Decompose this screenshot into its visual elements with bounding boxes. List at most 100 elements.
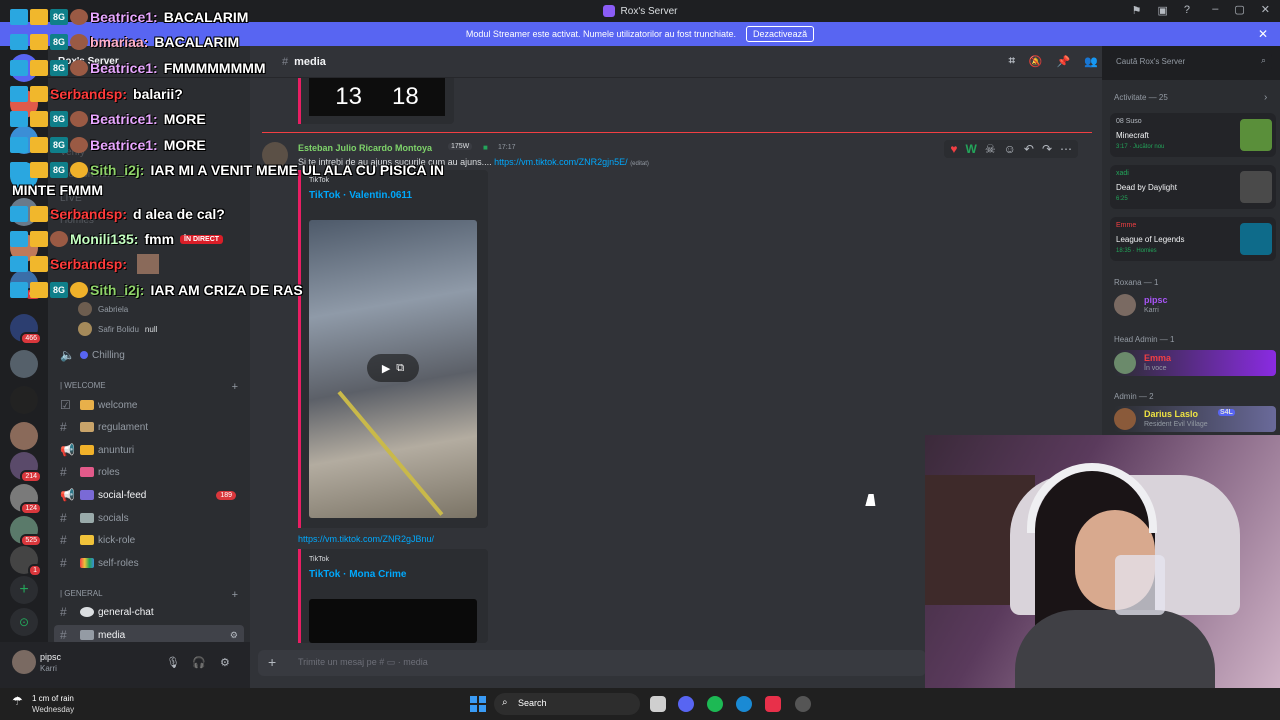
server-icon[interactable] — [10, 422, 38, 450]
add-channel-icon[interactable]: + — [232, 381, 238, 393]
embed-title[interactable]: TikTok · Mona Crime — [309, 569, 406, 580]
chat-user: Beatrice1: — [90, 111, 158, 127]
channel-roles[interactable]: # roles — [54, 462, 244, 482]
message-link[interactable]: https://vm.tiktok.com/ZNR2gJBnu/ — [298, 534, 434, 544]
channel-social-feed[interactable]: 📢 social-feed 189 — [54, 485, 244, 505]
webcam-sweater — [1015, 610, 1215, 688]
add-server-icon[interactable]: + — [10, 576, 38, 604]
avatar — [78, 302, 92, 316]
activity-card[interactable]: Emme League of Legends 18:35 · Homies — [1110, 217, 1276, 261]
crown-icon — [30, 111, 48, 127]
heart-icon[interactable]: ♥ — [950, 142, 957, 156]
live-badge: ÎN DIRECT — [180, 234, 224, 244]
embed-title[interactable]: TikTok · Valentin.0611 — [309, 190, 412, 201]
channel-welcome[interactable]: ☑ welcome — [54, 395, 244, 415]
threads-icon[interactable]: ⌗ — [1009, 55, 1015, 68]
spotify-icon[interactable] — [707, 696, 723, 712]
server-icon — [602, 5, 615, 17]
video-thumbnail[interactable]: 13 18 — [309, 78, 445, 116]
explore-icon[interactable]: ⊙ — [10, 608, 38, 636]
channel-emoji-icon — [80, 445, 94, 455]
server-icon[interactable]: 525 — [10, 516, 42, 547]
chevron-right-icon[interactable]: › — [1264, 92, 1267, 103]
subscriber-badge-icon: 8G — [50, 34, 68, 50]
channel-label: socials — [98, 512, 129, 524]
server-icon[interactable]: 466 — [10, 314, 42, 345]
channel-title: media — [294, 55, 326, 68]
settings-icon[interactable]: ⚙ — [230, 630, 238, 641]
channel-emoji-icon — [80, 490, 94, 500]
disable-streamer-mode-button[interactable]: Dezactivează — [746, 26, 815, 42]
skull-icon[interactable]: ☠ — [985, 142, 996, 156]
taskbar-search[interactable]: ⌕ Search — [494, 693, 640, 715]
attach-icon[interactable]: + — [268, 654, 276, 670]
message-link[interactable]: https://vm.tiktok.com/ZNR2gjn5E/ — [494, 157, 628, 167]
channel-kick-role[interactable]: # kick-role — [54, 530, 244, 550]
new-messages-divider — [262, 132, 1092, 133]
video-thumbnail[interactable] — [309, 599, 477, 643]
member-item[interactable]: Darius Laslo S4L Resident Evil Village — [1114, 406, 1276, 432]
member-item[interactable]: pipsc Karri — [1114, 292, 1276, 318]
server-icon[interactable]: 1 — [10, 546, 42, 577]
message-author[interactable]: Esteban Julio Ricardo Montoya — [298, 143, 432, 153]
edge-icon[interactable] — [736, 696, 752, 712]
member-item[interactable]: Emma În voce — [1114, 350, 1276, 376]
voice-user[interactable]: Gabriela — [78, 302, 128, 316]
voice-channel-chilling[interactable]: 🔈 Chilling — [54, 345, 244, 365]
channel-anunturi[interactable]: 📢 anunturi — [54, 440, 244, 460]
search-input[interactable]: Caută Rox's Server ⌕ — [1110, 53, 1272, 71]
help-icon[interactable]: ? — [1184, 4, 1190, 17]
add-reaction-icon[interactable]: ☺ — [1004, 142, 1016, 156]
add-channel-icon[interactable]: + — [232, 589, 238, 601]
maximize-button[interactable]: ▢ — [1234, 3, 1244, 16]
megaphone-icon: 📢 — [60, 488, 75, 502]
steam-icon[interactable] — [795, 696, 811, 712]
members-icon[interactable]: 👥 — [1084, 55, 1098, 68]
server-icon[interactable] — [10, 350, 38, 378]
activity-card[interactable]: 08 Suso Minecraft 3:17 · Jucător nou — [1110, 113, 1276, 157]
notifications-icon[interactable]: 🔕 — [1029, 55, 1043, 68]
screen-icon[interactable]: ▣ — [1157, 4, 1167, 17]
tiktok-embed: TikTok TikTok · Valentin.0611 ▶ ⧉ — [298, 170, 488, 528]
composer-placeholder: Trimite un mesaj pe # ▭ · media — [298, 657, 428, 667]
reply-icon[interactable]: ↶ — [1024, 142, 1034, 156]
windows-start-icon[interactable] — [470, 696, 486, 712]
server-icon[interactable]: 214 — [10, 452, 42, 483]
channel-regulament[interactable]: # regulament — [54, 417, 244, 437]
headphones-icon[interactable]: 🎧 — [192, 656, 206, 669]
activity-card[interactable]: xadi Dead by Daylight 6:25 — [1110, 165, 1276, 209]
category-general[interactable]: | GENERAL + — [60, 589, 244, 601]
microphone-icon[interactable]: 🎙 — [166, 656, 180, 669]
activity-panel: Activitate — 25 › 08 Suso Minecraft 3:17 … — [1102, 80, 1280, 435]
hash-icon: # — [60, 533, 67, 547]
subscriber-badge-icon: 8G — [50, 137, 68, 153]
channel-general-chat[interactable]: # general-chat — [54, 602, 244, 622]
message-composer[interactable]: + Trimite un mesaj pe # ▭ · media — [258, 650, 926, 676]
chat-user: Serbandsp: — [50, 206, 128, 222]
crown-icon — [30, 256, 48, 272]
avatar[interactable] — [12, 650, 36, 674]
more-icon[interactable]: ⋯ — [1060, 142, 1072, 156]
category-welcome[interactable]: | WELCOME + — [60, 381, 244, 393]
voice-user[interactable]: Safir Bolidu null — [78, 322, 157, 336]
app-icon[interactable] — [765, 696, 781, 712]
channel-socials[interactable]: # socials — [54, 508, 244, 528]
discord-icon[interactable] — [678, 696, 694, 712]
minimize-button[interactable]: – — [1212, 3, 1218, 16]
gear-icon[interactable]: ⚙ — [220, 656, 230, 669]
video-thumbnail[interactable]: ▶ ⧉ — [309, 220, 477, 518]
server-icon[interactable] — [10, 386, 38, 414]
reaction-w[interactable]: W — [966, 142, 977, 156]
play-button[interactable]: ▶ ⧉ — [367, 354, 419, 382]
inbox-icon[interactable]: ⚑ — [1132, 4, 1142, 17]
channel-self-roles[interactable]: # self-roles — [54, 553, 244, 573]
close-window-button[interactable]: ✕ — [1261, 3, 1270, 16]
pin-icon[interactable]: 📌 — [1057, 55, 1071, 68]
file-explorer-icon[interactable] — [650, 696, 666, 712]
server-icon[interactable]: 124 — [10, 484, 42, 515]
chat-text: d alea de cal? — [133, 206, 225, 222]
channel-label: social-feed — [98, 489, 147, 501]
close-icon[interactable]: ✕ — [1258, 27, 1268, 41]
forward-icon[interactable]: ↷ — [1042, 142, 1052, 156]
hash-icon: # — [60, 628, 67, 642]
